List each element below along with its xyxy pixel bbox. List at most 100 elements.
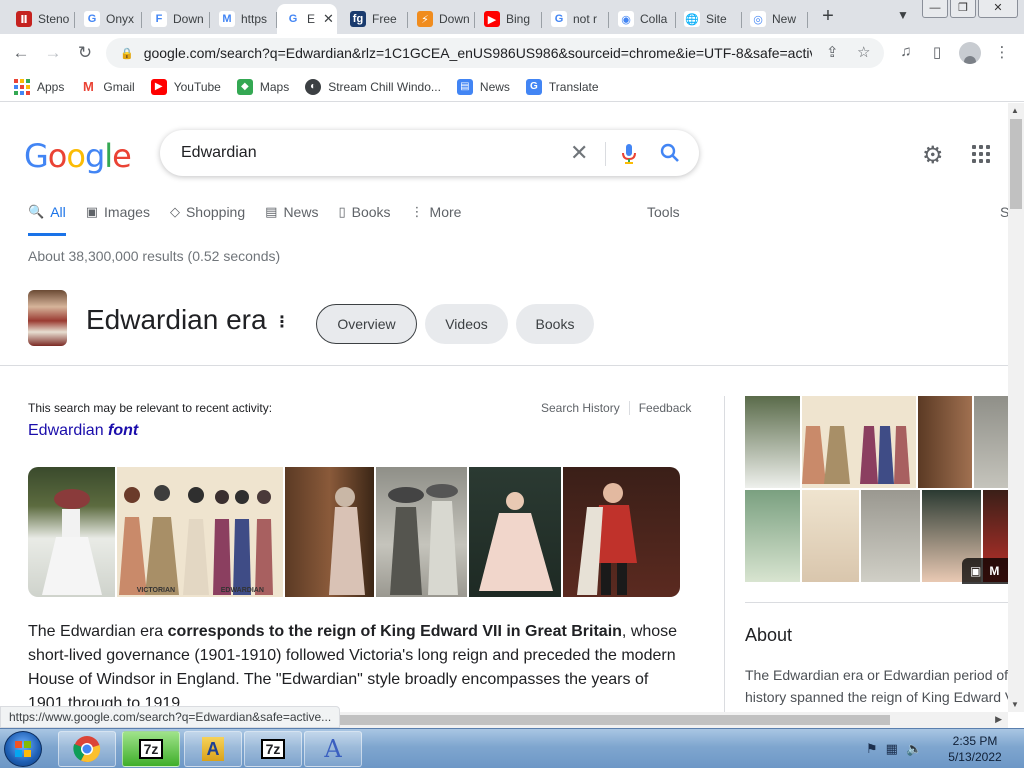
- browser-tab[interactable]: ⚡ Down: [409, 4, 475, 34]
- share-icon[interactable]: ⇪: [826, 43, 839, 61]
- image-result-4[interactable]: [375, 467, 467, 597]
- bookmark-translate[interactable]: G Translate: [525, 78, 599, 95]
- suggestion-text[interactable]: Edwardian: [28, 422, 108, 439]
- browser-tab[interactable]: fg Free: [342, 4, 408, 34]
- url-text[interactable]: google.com/search?q=Edwardian&rlz=1C1GCE…: [144, 45, 812, 61]
- recent-activity-label: This search may be relevant to recent ac…: [28, 401, 273, 415]
- browser-tab[interactable]: Gnot r: [543, 4, 609, 34]
- tab-separator: [608, 12, 609, 28]
- search-history-link[interactable]: Search History: [541, 401, 620, 415]
- image-result-3[interactable]: [285, 467, 374, 597]
- close-window-button[interactable]: ✕: [978, 0, 1018, 18]
- browser-tab[interactable]: Mhttps: [211, 4, 277, 34]
- browser-menu-icon[interactable]: ⋮: [991, 43, 1013, 61]
- restore-button[interactable]: ❐: [950, 0, 976, 18]
- bookmark-star-icon[interactable]: ☆: [857, 43, 870, 61]
- new-tab-button[interactable]: +: [818, 6, 838, 28]
- kp-image-7[interactable]: [861, 490, 920, 582]
- browser-tab[interactable]: 🌐 Site: [676, 4, 742, 34]
- search-box[interactable]: Edwardian ✕: [160, 130, 699, 176]
- tab-images[interactable]: ▣ Images: [86, 202, 150, 236]
- tab-news[interactable]: ▤ News: [265, 202, 318, 236]
- more-options-icon[interactable]: ⋮: [274, 312, 290, 332]
- feedback-link[interactable]: Feedback: [639, 401, 692, 415]
- kp-image-6[interactable]: [802, 490, 859, 582]
- taskbar-font-viewer[interactable]: A: [304, 731, 362, 767]
- clear-search-icon[interactable]: ✕: [570, 140, 588, 166]
- google-apps-icon[interactable]: [972, 145, 990, 163]
- start-button[interactable]: [4, 731, 42, 767]
- taskbar-7zip-2[interactable]: 7z: [244, 731, 302, 767]
- taskbar-7zip[interactable]: 7z: [122, 731, 180, 767]
- tab-shopping[interactable]: ◇ Shopping: [170, 202, 245, 236]
- profile-avatar[interactable]: [959, 42, 981, 64]
- tools-button[interactable]: Tools: [647, 204, 680, 220]
- volume-icon[interactable]: 🔈: [906, 741, 922, 757]
- vertical-scrollbar[interactable]: ▲ ▼: [1008, 103, 1024, 712]
- browser-tab[interactable]: F Down: [143, 4, 210, 34]
- chip-videos[interactable]: Videos: [425, 304, 508, 344]
- google-icon: G: [551, 11, 567, 27]
- action-center-flag-icon[interactable]: ⚑: [866, 741, 878, 757]
- tab-more[interactable]: ⋮ More: [411, 202, 462, 236]
- suggestion-bold-text[interactable]: font: [108, 422, 138, 439]
- kp-image-1[interactable]: [745, 396, 800, 488]
- tab-all[interactable]: 🔍 All: [28, 202, 66, 236]
- edward-vii-thumbnail[interactable]: [28, 290, 67, 346]
- taskbar-font-manager[interactable]: A: [184, 731, 242, 767]
- tab-books[interactable]: ▯ Books: [338, 202, 390, 236]
- bookmark-youtube[interactable]: ▶ YouTube: [150, 78, 221, 95]
- clock[interactable]: 2:35 PM 5/13/2022: [938, 733, 1012, 765]
- horizontal-scrollbar[interactable]: ▶: [340, 712, 1008, 728]
- edwardian-font-suggestion[interactable]: Edwardian font: [28, 422, 138, 440]
- kp-image-2[interactable]: [802, 396, 916, 488]
- minimize-button[interactable]: —: [922, 0, 948, 18]
- kp-image-4[interactable]: [974, 396, 1008, 488]
- browser-tab[interactable]: ▶ Bing: [476, 4, 542, 34]
- bookmark-news[interactable]: ▤ News: [456, 78, 510, 95]
- horizontal-scroll-thumb[interactable]: [340, 715, 890, 725]
- back-arrow-icon[interactable]: ←: [10, 42, 32, 64]
- settings-gear-icon[interactable]: ⚙: [922, 141, 944, 170]
- reload-icon[interactable]: ↻: [74, 42, 96, 64]
- safesearch-label[interactable]: S: [1000, 204, 1008, 220]
- scroll-up-arrow-icon[interactable]: ▲: [1011, 106, 1019, 115]
- chip-books[interactable]: Books: [516, 304, 594, 344]
- scroll-down-arrow-icon[interactable]: ▼: [1011, 700, 1019, 709]
- image-result-5[interactable]: [468, 467, 562, 597]
- browser-tab[interactable]: ◉ Colla: [610, 4, 676, 34]
- taskbar-chrome[interactable]: [58, 731, 116, 767]
- bookmark-stream[interactable]: ◐ Stream Chill Windo...: [305, 78, 441, 95]
- image-result-2[interactable]: VICTORIAN EDWARDIAN: [116, 467, 284, 597]
- bookmark-maps[interactable]: ◆ Maps: [236, 78, 289, 95]
- google-logo[interactable]: Google: [24, 137, 132, 175]
- kp-image-5[interactable]: [745, 490, 800, 582]
- search-input[interactable]: Edwardian: [181, 144, 257, 162]
- address-bar[interactable]: 🔒 google.com/search?q=Edwardian&rlz=1C1G…: [106, 38, 884, 68]
- chip-overview[interactable]: Overview: [316, 304, 417, 344]
- browser-tab[interactable]: ◎ New: [742, 4, 808, 34]
- knowledge-panel-images[interactable]: [745, 396, 1008, 582]
- microphone-icon[interactable]: [621, 143, 637, 165]
- search-icon[interactable]: [660, 143, 680, 163]
- image-result-1[interactable]: [28, 467, 115, 597]
- scroll-right-arrow-icon[interactable]: ▶: [995, 714, 1002, 725]
- close-tab-icon[interactable]: ✕: [323, 11, 334, 27]
- tab-search-chevron-icon[interactable]: ▼: [897, 8, 909, 22]
- kp-image-3[interactable]: [918, 396, 972, 488]
- media-control-icon[interactable]: ♫: [895, 43, 917, 60]
- network-icon[interactable]: ▦: [886, 741, 898, 757]
- more-images-button[interactable]: ▣ M: [962, 558, 1008, 584]
- browser-tab[interactable]: G Onyx: [76, 4, 142, 34]
- side-panel-icon[interactable]: ▯: [926, 43, 948, 61]
- bookmark-apps[interactable]: Apps: [14, 78, 64, 95]
- browser-tab[interactable]: G E ✕: [277, 4, 337, 34]
- search-results-page: Google Edwardian ✕ ⚙ 🔍 All ▣ Images ◇ Shoppin…: [0, 103, 1008, 712]
- download-icon: ⚡: [417, 11, 433, 27]
- lock-icon[interactable]: 🔒: [120, 47, 134, 60]
- image-result-6[interactable]: [563, 467, 680, 597]
- bookmark-gmail[interactable]: M Gmail: [80, 78, 135, 95]
- browser-tab[interactable]: Ⅱ Steno: [8, 4, 75, 34]
- vertical-scroll-thumb[interactable]: [1010, 119, 1022, 209]
- forward-arrow-icon[interactable]: →: [42, 42, 64, 64]
